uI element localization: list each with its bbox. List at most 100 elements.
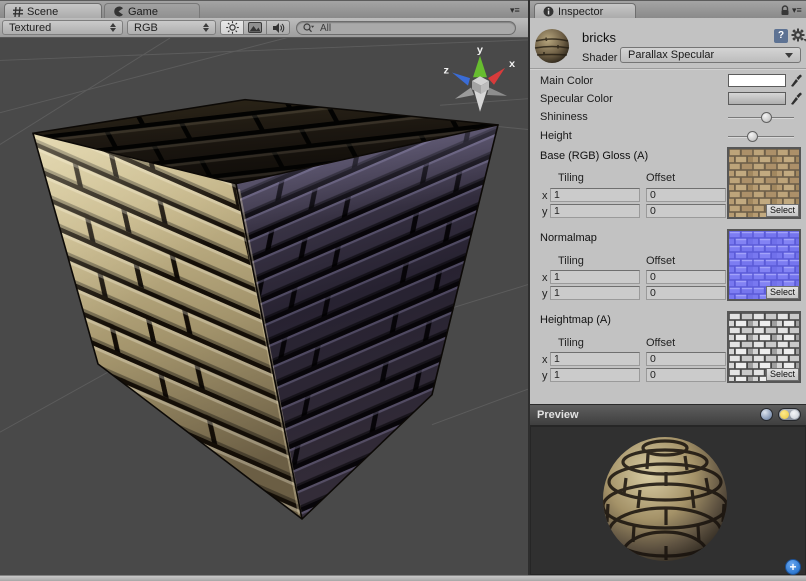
preview-area[interactable] (530, 426, 806, 575)
preview-sphere-button[interactable] (760, 408, 773, 421)
search-icon (303, 23, 317, 33)
main-color-swatch[interactable] (728, 74, 786, 87)
orientation-gizmo: y x z (444, 44, 516, 112)
gizmo-x-label: x (509, 58, 515, 70)
window-bottom-edge (0, 575, 806, 581)
unity-editor-window: Scene Game ▾≡ Inspector ▾≡ Textured (0, 0, 806, 581)
color-channel-dropdown[interactable]: RGB (127, 20, 216, 35)
shader-dropdown[interactable]: Parallax Specular (620, 47, 801, 63)
base-texture-thumbnail[interactable]: Select (727, 147, 801, 219)
info-icon (543, 6, 554, 17)
scene-toolbar: Textured RGB (0, 18, 528, 38)
heightmap-thumbnail[interactable]: Select (727, 311, 801, 383)
gear-icon[interactable] (791, 28, 806, 43)
heightmap-select-button[interactable]: Select (766, 368, 799, 381)
height-slider-handle[interactable] (747, 131, 758, 142)
shininess-slider[interactable] (728, 117, 794, 119)
shader-value: Parallax Specular (628, 49, 714, 61)
updown-arrows-icon (110, 23, 116, 32)
x-row-label: x (542, 354, 548, 366)
game-view-icon (113, 6, 124, 17)
offset-header: Offset (646, 255, 675, 267)
scene-3d-render: y x z (0, 38, 528, 575)
normal-offset-y-field[interactable] (646, 286, 726, 300)
specular-color-label: Specular Color (540, 93, 613, 105)
scene-audio-toggle[interactable] (266, 20, 290, 35)
scene-viewport[interactable]: y x z (0, 38, 528, 575)
normalmap-select-button[interactable]: Select (766, 286, 799, 299)
preview-title: Preview (537, 409, 579, 421)
shader-label: Shader (582, 52, 617, 64)
height-tiling-x-field[interactable] (550, 352, 640, 366)
offset-header: Offset (646, 337, 675, 349)
tiling-header: Tiling (558, 172, 584, 184)
tab-inspector[interactable]: Inspector (534, 3, 636, 19)
tab-inspector-label: Inspector (558, 6, 603, 18)
speaker-icon (272, 22, 285, 34)
eyedropper-icon[interactable] (790, 92, 802, 105)
material-sphere-thumbnail (534, 28, 570, 64)
scene-pane-menu-icon[interactable]: ▾≡ (510, 5, 520, 15)
tab-game[interactable]: Game (104, 3, 200, 19)
height-offset-x-field[interactable] (646, 352, 726, 366)
lock-icon[interactable] (780, 5, 790, 16)
search-input[interactable] (320, 23, 509, 34)
main-color-label: Main Color (540, 75, 593, 87)
shininess-label: Shininess (540, 111, 588, 123)
scene-skybox-toggle[interactable] (243, 20, 267, 35)
base-tiling-x-field[interactable] (550, 188, 640, 202)
gizmo-z-cone (452, 73, 470, 86)
y-row-label: y (542, 370, 548, 382)
height-slider[interactable] (728, 136, 794, 138)
normalmap-thumbnail[interactable]: Select (727, 229, 801, 301)
tab-scene[interactable]: Scene (4, 3, 102, 19)
y-row-label: y (542, 288, 548, 300)
shininess-slider-handle[interactable] (761, 112, 772, 123)
y-row-label: y (542, 206, 548, 218)
sun-icon (226, 21, 239, 34)
help-icon[interactable]: ? (774, 29, 788, 43)
tiling-header: Tiling (558, 337, 584, 349)
heightmap-title: Heightmap (A) (540, 314, 611, 326)
normal-tiling-y-field[interactable] (550, 286, 640, 300)
scene-search-field[interactable] (296, 21, 516, 35)
base-select-button[interactable]: Select (766, 204, 799, 217)
gizmo-y-cone (473, 56, 487, 77)
base-tiling-y-field[interactable] (550, 204, 640, 218)
tab-strip: Scene Game ▾≡ Inspector ▾≡ (0, 0, 806, 18)
draw-mode-dropdown[interactable]: Textured (2, 20, 123, 35)
draw-mode-value: Textured (9, 22, 51, 34)
gizmo-x-cone (488, 68, 505, 85)
normal-tiling-x-field[interactable] (550, 270, 640, 284)
light-off-dot (790, 410, 799, 419)
eyedropper-icon[interactable] (790, 74, 802, 87)
tab-scene-label: Scene (27, 6, 58, 18)
x-row-label: x (542, 190, 548, 202)
normal-offset-x-field[interactable] (646, 270, 726, 284)
tab-game-label: Game (128, 6, 158, 18)
gizmo-z-label: z (444, 65, 449, 77)
base-offset-x-field[interactable] (646, 188, 726, 202)
base-map-title: Base (RGB) Gloss (A) (540, 150, 648, 162)
gizmo-y-label: y (477, 44, 483, 56)
tiling-header: Tiling (558, 255, 584, 267)
specular-color-swatch[interactable] (728, 92, 786, 105)
height-tiling-y-field[interactable] (550, 368, 640, 382)
add-button[interactable]: + (785, 559, 801, 575)
preview-light-toggle[interactable] (778, 408, 801, 421)
scene-lighting-toggle[interactable] (220, 20, 244, 35)
base-offset-y-field[interactable] (646, 204, 726, 218)
brick-cube (33, 100, 498, 519)
updown-arrows-icon (203, 23, 209, 32)
chevron-down-icon (785, 53, 793, 58)
inspector-panel: bricks ? Shader Parallax Specular (530, 18, 806, 575)
preview-sphere-render (530, 426, 806, 575)
divider (530, 68, 806, 69)
height-offset-y-field[interactable] (646, 368, 726, 382)
light-on-dot (780, 410, 789, 419)
inspector-pane-menu-icon[interactable]: ▾≡ (792, 5, 802, 15)
normalmap-title: Normalmap (540, 232, 597, 244)
height-label: Height (540, 130, 572, 142)
offset-header: Offset (646, 172, 675, 184)
material-name: bricks (582, 30, 616, 45)
